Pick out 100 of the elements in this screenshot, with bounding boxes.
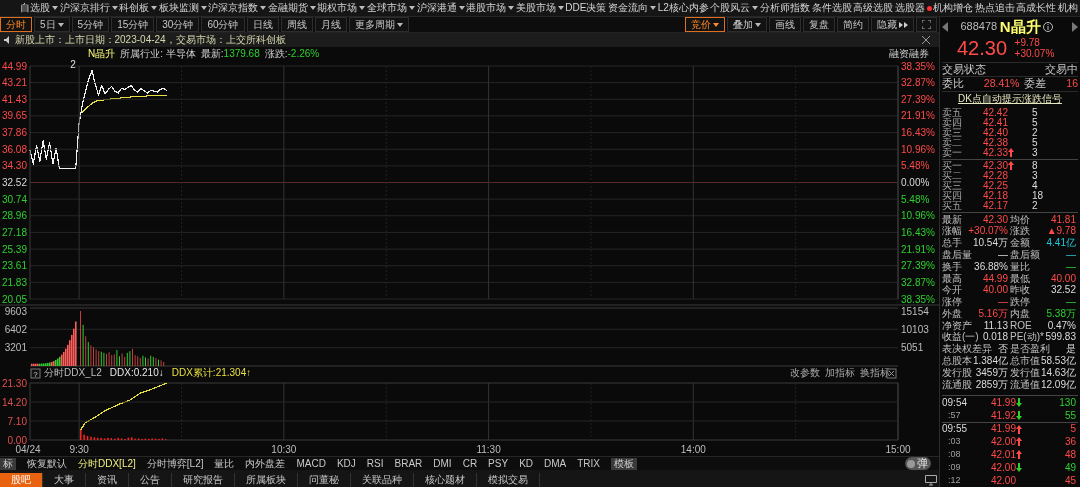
margin-trading-link[interactable]: 融资融券 xyxy=(889,47,929,60)
menu-item[interactable]: DDE决策 xyxy=(565,2,607,14)
volume-axis-label: 10103 xyxy=(901,323,929,335)
toolbar-button[interactable]: 竞价 xyxy=(685,17,725,32)
popup-toggle[interactable]: 弹 xyxy=(905,457,931,470)
indicator-button[interactable]: 模板 xyxy=(611,457,638,470)
period-tab[interactable]: 周线 xyxy=(280,17,313,32)
toolbar-button[interactable]: 简约 xyxy=(837,17,869,32)
bottom-tab[interactable]: 公告 xyxy=(129,473,172,487)
field-value: 10.54万 xyxy=(972,237,1008,249)
price-axis-label: 20.05 xyxy=(1,293,27,305)
indicator-tab[interactable]: PSY xyxy=(488,457,509,470)
bottom-tab[interactable]: 关联品种 xyxy=(351,473,414,487)
bottom-tab[interactable]: 核心题材 xyxy=(414,473,477,487)
period-tab[interactable]: 月线 xyxy=(314,17,347,32)
order-volume: 3 xyxy=(1031,170,1039,181)
fullscreen-button[interactable] xyxy=(916,17,937,32)
bottom-tab[interactable]: 研究报告 xyxy=(172,473,235,487)
menu-item[interactable]: 科创板 xyxy=(119,2,158,14)
menu-item[interactable]: 板块监测 xyxy=(158,2,207,14)
indicator-tab[interactable]: TRIX xyxy=(577,457,601,470)
indicator-tab[interactable]: DMA xyxy=(544,457,567,470)
menu-item[interactable]: 机构增仓 xyxy=(933,2,974,14)
period-tab[interactable]: 5日 xyxy=(34,17,70,32)
help-button[interactable]: ? xyxy=(30,368,41,379)
caret-icon xyxy=(309,6,316,10)
toolbar-button[interactable]: 复盘 xyxy=(803,17,835,32)
indicator-tab[interactable]: 量比 xyxy=(214,457,235,470)
period-tab[interactable]: 更多周期 xyxy=(348,17,409,32)
menu-item[interactable]: 高级选股 xyxy=(853,2,894,14)
indicator-tab[interactable]: 内外盘差 xyxy=(245,457,286,470)
percent-axis-label: 32.87% xyxy=(901,276,935,288)
menu-item[interactable]: L2核心内参 xyxy=(657,2,709,14)
indicator-tab[interactable]: MACD xyxy=(296,457,326,470)
indicator-tab[interactable]: RSI xyxy=(366,457,384,470)
menu-item[interactable]: 金融期货 xyxy=(267,2,316,14)
notice-text: 新股上市：上市日期：2023-04-24，交易市场：上交所科创板 xyxy=(14,34,286,46)
price-axis-label: 43.21 xyxy=(1,77,27,89)
menu-item[interactable]: 高成长性 xyxy=(1016,2,1057,14)
period-tab[interactable]: 15分钟 xyxy=(111,17,155,32)
bottom-tab[interactable]: 大事 xyxy=(43,473,86,487)
field-label: 外盘 xyxy=(942,307,962,320)
menu-item[interactable]: 条件选股 xyxy=(811,2,852,14)
toolbar-button[interactable]: 叠加 xyxy=(727,17,767,32)
period-tab[interactable]: 30分钟 xyxy=(156,17,200,32)
field-value: 0.018 xyxy=(982,331,1008,344)
menu-item[interactable]: 自选股 xyxy=(20,2,58,14)
field-label: 发行股 xyxy=(942,366,972,379)
indicator-tab[interactable]: DMI xyxy=(433,457,452,470)
menu-item[interactable]: 资金流向 xyxy=(608,2,657,14)
bottom-tab[interactable]: 所属板块 xyxy=(235,473,298,487)
period-tab[interactable]: 分时 xyxy=(0,17,32,32)
menu-item[interactable]: 美股市场 xyxy=(515,2,564,14)
menu-item[interactable]: 热点追击 xyxy=(974,2,1015,14)
caret-icon xyxy=(111,6,118,10)
menu-item[interactable]: 机构 xyxy=(1057,2,1078,14)
indicator-button[interactable]: 标 xyxy=(0,457,16,470)
bottom-tab[interactable]: 问董秘 xyxy=(298,473,351,487)
field-value: — xyxy=(1066,296,1076,308)
indicator-tab[interactable]: KD xyxy=(519,457,534,470)
bottom-tab[interactable]: 模拟交易 xyxy=(477,473,540,487)
menu-item[interactable]: 全球市场 xyxy=(367,2,416,14)
period-tab[interactable]: 60分钟 xyxy=(201,17,245,32)
indicator-tab[interactable]: 分时DDX[L2] xyxy=(78,457,136,470)
indicator-action-link[interactable]: 换指标 xyxy=(860,367,890,378)
menu-item[interactable]: 选股器 xyxy=(894,2,932,14)
menu-item[interactable]: 沪深京指数 xyxy=(208,2,267,14)
signal-link[interactable]: DK点自动提示涨跌信号 xyxy=(958,93,1062,106)
bottom-tab[interactable]: 资讯 xyxy=(86,473,129,487)
indicator-action-link[interactable]: 加指标 xyxy=(825,367,855,378)
menu-item[interactable]: 分析师指数 xyxy=(759,2,810,14)
indicator-tab[interactable]: 分时博弈[L2] xyxy=(146,457,204,470)
toolbar-button[interactable]: 隐藏 xyxy=(871,17,914,32)
field-label: 均价 xyxy=(1010,213,1030,226)
indicator-tab[interactable]: BRAR xyxy=(394,457,423,470)
menu-item[interactable]: 期权市场 xyxy=(317,2,366,14)
field-value: ▲9.78 xyxy=(1046,225,1076,238)
indicator-tab[interactable]: KDJ xyxy=(336,457,356,470)
previous-icon[interactable] xyxy=(942,22,948,32)
field-label: 涨停 xyxy=(942,296,962,308)
field-value: 5.16万 xyxy=(978,307,1008,320)
indicator-tab[interactable]: CR xyxy=(462,457,478,470)
close-icon[interactable] xyxy=(922,36,930,44)
caret-icon xyxy=(359,6,366,10)
indicator-tab[interactable]: 恢复默认 xyxy=(27,457,67,470)
menu-item[interactable]: 沪深京排行 xyxy=(59,2,118,14)
caret-icon xyxy=(52,6,58,10)
menu-item[interactable]: 沪深港通 xyxy=(416,2,465,14)
price-axis-label: 27.18 xyxy=(1,226,27,238)
trade-volume: 45 xyxy=(1063,474,1077,487)
menu-item[interactable]: 港股市场 xyxy=(466,2,515,14)
price-axis-label: 34.30 xyxy=(1,160,27,172)
menu-item[interactable]: 个股风云 xyxy=(710,2,759,14)
period-tab[interactable]: 5分钟 xyxy=(71,17,110,32)
caret-icon xyxy=(57,22,64,27)
indicator-action-link[interactable]: 改参数 xyxy=(790,367,820,378)
toolbar-button[interactable]: 画线 xyxy=(769,17,801,32)
next-icon[interactable] xyxy=(1072,22,1078,32)
field-value: 2859万 xyxy=(975,378,1008,391)
period-tab[interactable]: 日线 xyxy=(246,17,279,32)
